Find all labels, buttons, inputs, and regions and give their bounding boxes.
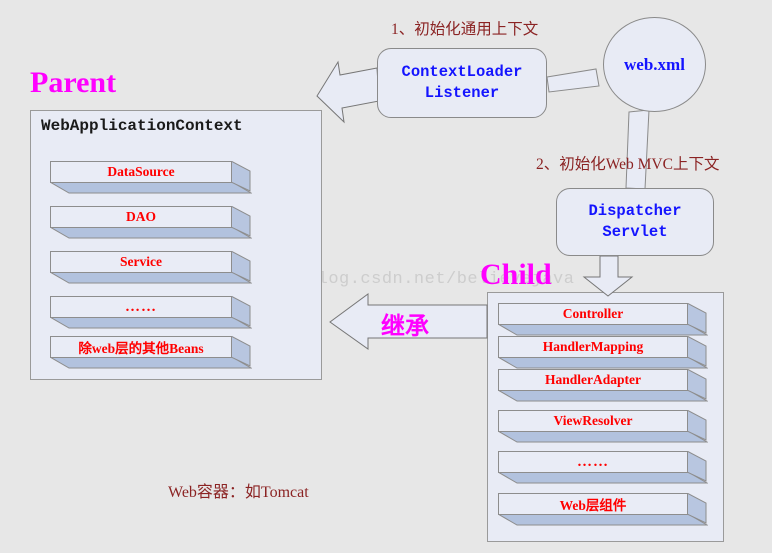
bean-label: …… — [577, 453, 609, 470]
bar-side-shadow — [231, 251, 251, 282]
bar-face: Web层组件 — [498, 493, 688, 515]
bar-face: HandlerAdapter — [498, 369, 688, 391]
bar-bottom-shadow — [498, 390, 708, 402]
bar-bottom-shadow — [498, 357, 708, 369]
diagram-canvas: http://blog.csdn.net/believejava Parent … — [0, 0, 772, 553]
arrow-listener-to-parent — [316, 60, 380, 124]
bean-bar[interactable]: HandlerAdapter — [498, 369, 708, 402]
bean-bar[interactable]: Service — [50, 251, 252, 284]
context-loader-listener-node[interactable]: ContextLoader Listener — [377, 48, 547, 118]
bar-side-shadow — [687, 369, 707, 400]
bar-side-shadow — [687, 451, 707, 482]
bean-label: Controller — [562, 306, 624, 321]
step-1-label: 1、初始化通用上下文 — [391, 21, 539, 38]
bar-side-shadow — [231, 296, 251, 327]
context-loader-listener-line1: ContextLoader — [401, 63, 523, 81]
bean-bar[interactable]: DataSource — [50, 161, 252, 194]
bar-side-shadow — [231, 161, 251, 192]
parent-panel-caption: WebApplicationContext — [41, 117, 243, 135]
bean-label: Web层组件 — [559, 498, 627, 513]
bean-label: DAO — [126, 209, 156, 224]
bar-face: DAO — [50, 206, 232, 228]
bar-bottom-shadow — [50, 272, 252, 284]
child-title: Child — [480, 258, 552, 291]
bar-bottom-shadow — [50, 317, 252, 329]
bean-label: 除web层的其他Beans — [78, 341, 204, 356]
bean-bar[interactable]: ViewResolver — [498, 410, 708, 443]
bean-label: HandlerAdapter — [545, 372, 641, 387]
bean-label: …… — [125, 298, 157, 315]
bean-bar[interactable]: Web层组件 — [498, 493, 708, 526]
bean-bar[interactable]: Controller — [498, 303, 708, 336]
bar-bottom-shadow — [50, 182, 252, 194]
bean-label: DataSource — [107, 164, 175, 179]
bar-face: HandlerMapping — [498, 336, 688, 358]
bar-face: Controller — [498, 303, 688, 325]
bar-bottom-shadow — [50, 357, 252, 369]
bar-face: 除web层的其他Beans — [50, 336, 232, 358]
web-container-note: Web容器：如Tomcat — [168, 484, 309, 501]
parent-title: Parent — [30, 66, 117, 99]
webxml-label: web.xml — [624, 54, 685, 74]
bar-bottom-shadow — [498, 514, 708, 526]
bar-bottom-shadow — [498, 472, 708, 484]
webxml-node[interactable]: web.xml — [603, 17, 706, 112]
child-context-panel: Controller HandlerMapping HandlerAdapter — [487, 292, 724, 542]
dispatcher-servlet-line1: Dispatcher — [588, 202, 682, 220]
bar-bottom-shadow — [498, 324, 708, 336]
bean-bar[interactable]: 除web层的其他Beans — [50, 336, 252, 369]
bar-side-shadow — [687, 303, 707, 334]
arrow-dispatcher-to-child — [582, 255, 634, 297]
bar-bottom-shadow — [498, 431, 708, 443]
bar-side-shadow — [687, 493, 707, 524]
context-loader-listener-line2: Listener — [424, 84, 500, 102]
connector-webxml-to-listener — [546, 68, 600, 93]
bar-side-shadow — [687, 410, 707, 441]
bean-label: ViewResolver — [553, 413, 633, 428]
bean-bar[interactable]: HandlerMapping — [498, 336, 708, 369]
bar-side-shadow — [231, 336, 251, 367]
bean-bar[interactable]: DAO — [50, 206, 252, 239]
dispatcher-servlet-node[interactable]: Dispatcher Servlet — [556, 188, 714, 256]
bar-face: Service — [50, 251, 232, 273]
bean-bar[interactable]: …… — [498, 451, 708, 484]
inherit-arrow-label: 继承 — [381, 314, 429, 340]
bean-label: HandlerMapping — [542, 339, 644, 354]
bar-face: …… — [498, 451, 688, 473]
step-2-label: 2、初始化Web MVC上下文 — [536, 156, 720, 173]
bar-side-shadow — [687, 336, 707, 367]
bar-face: …… — [50, 296, 232, 318]
bar-face: ViewResolver — [498, 410, 688, 432]
bean-bar[interactable]: …… — [50, 296, 252, 329]
connector-webxml-to-dispatcher — [625, 109, 650, 190]
bar-bottom-shadow — [50, 227, 252, 239]
parent-context-panel: WebApplicationContext DataSource DAO Ser… — [30, 110, 322, 380]
bean-label: Service — [120, 254, 162, 269]
bar-side-shadow — [231, 206, 251, 237]
dispatcher-servlet-line2: Servlet — [602, 223, 668, 241]
bar-face: DataSource — [50, 161, 232, 183]
